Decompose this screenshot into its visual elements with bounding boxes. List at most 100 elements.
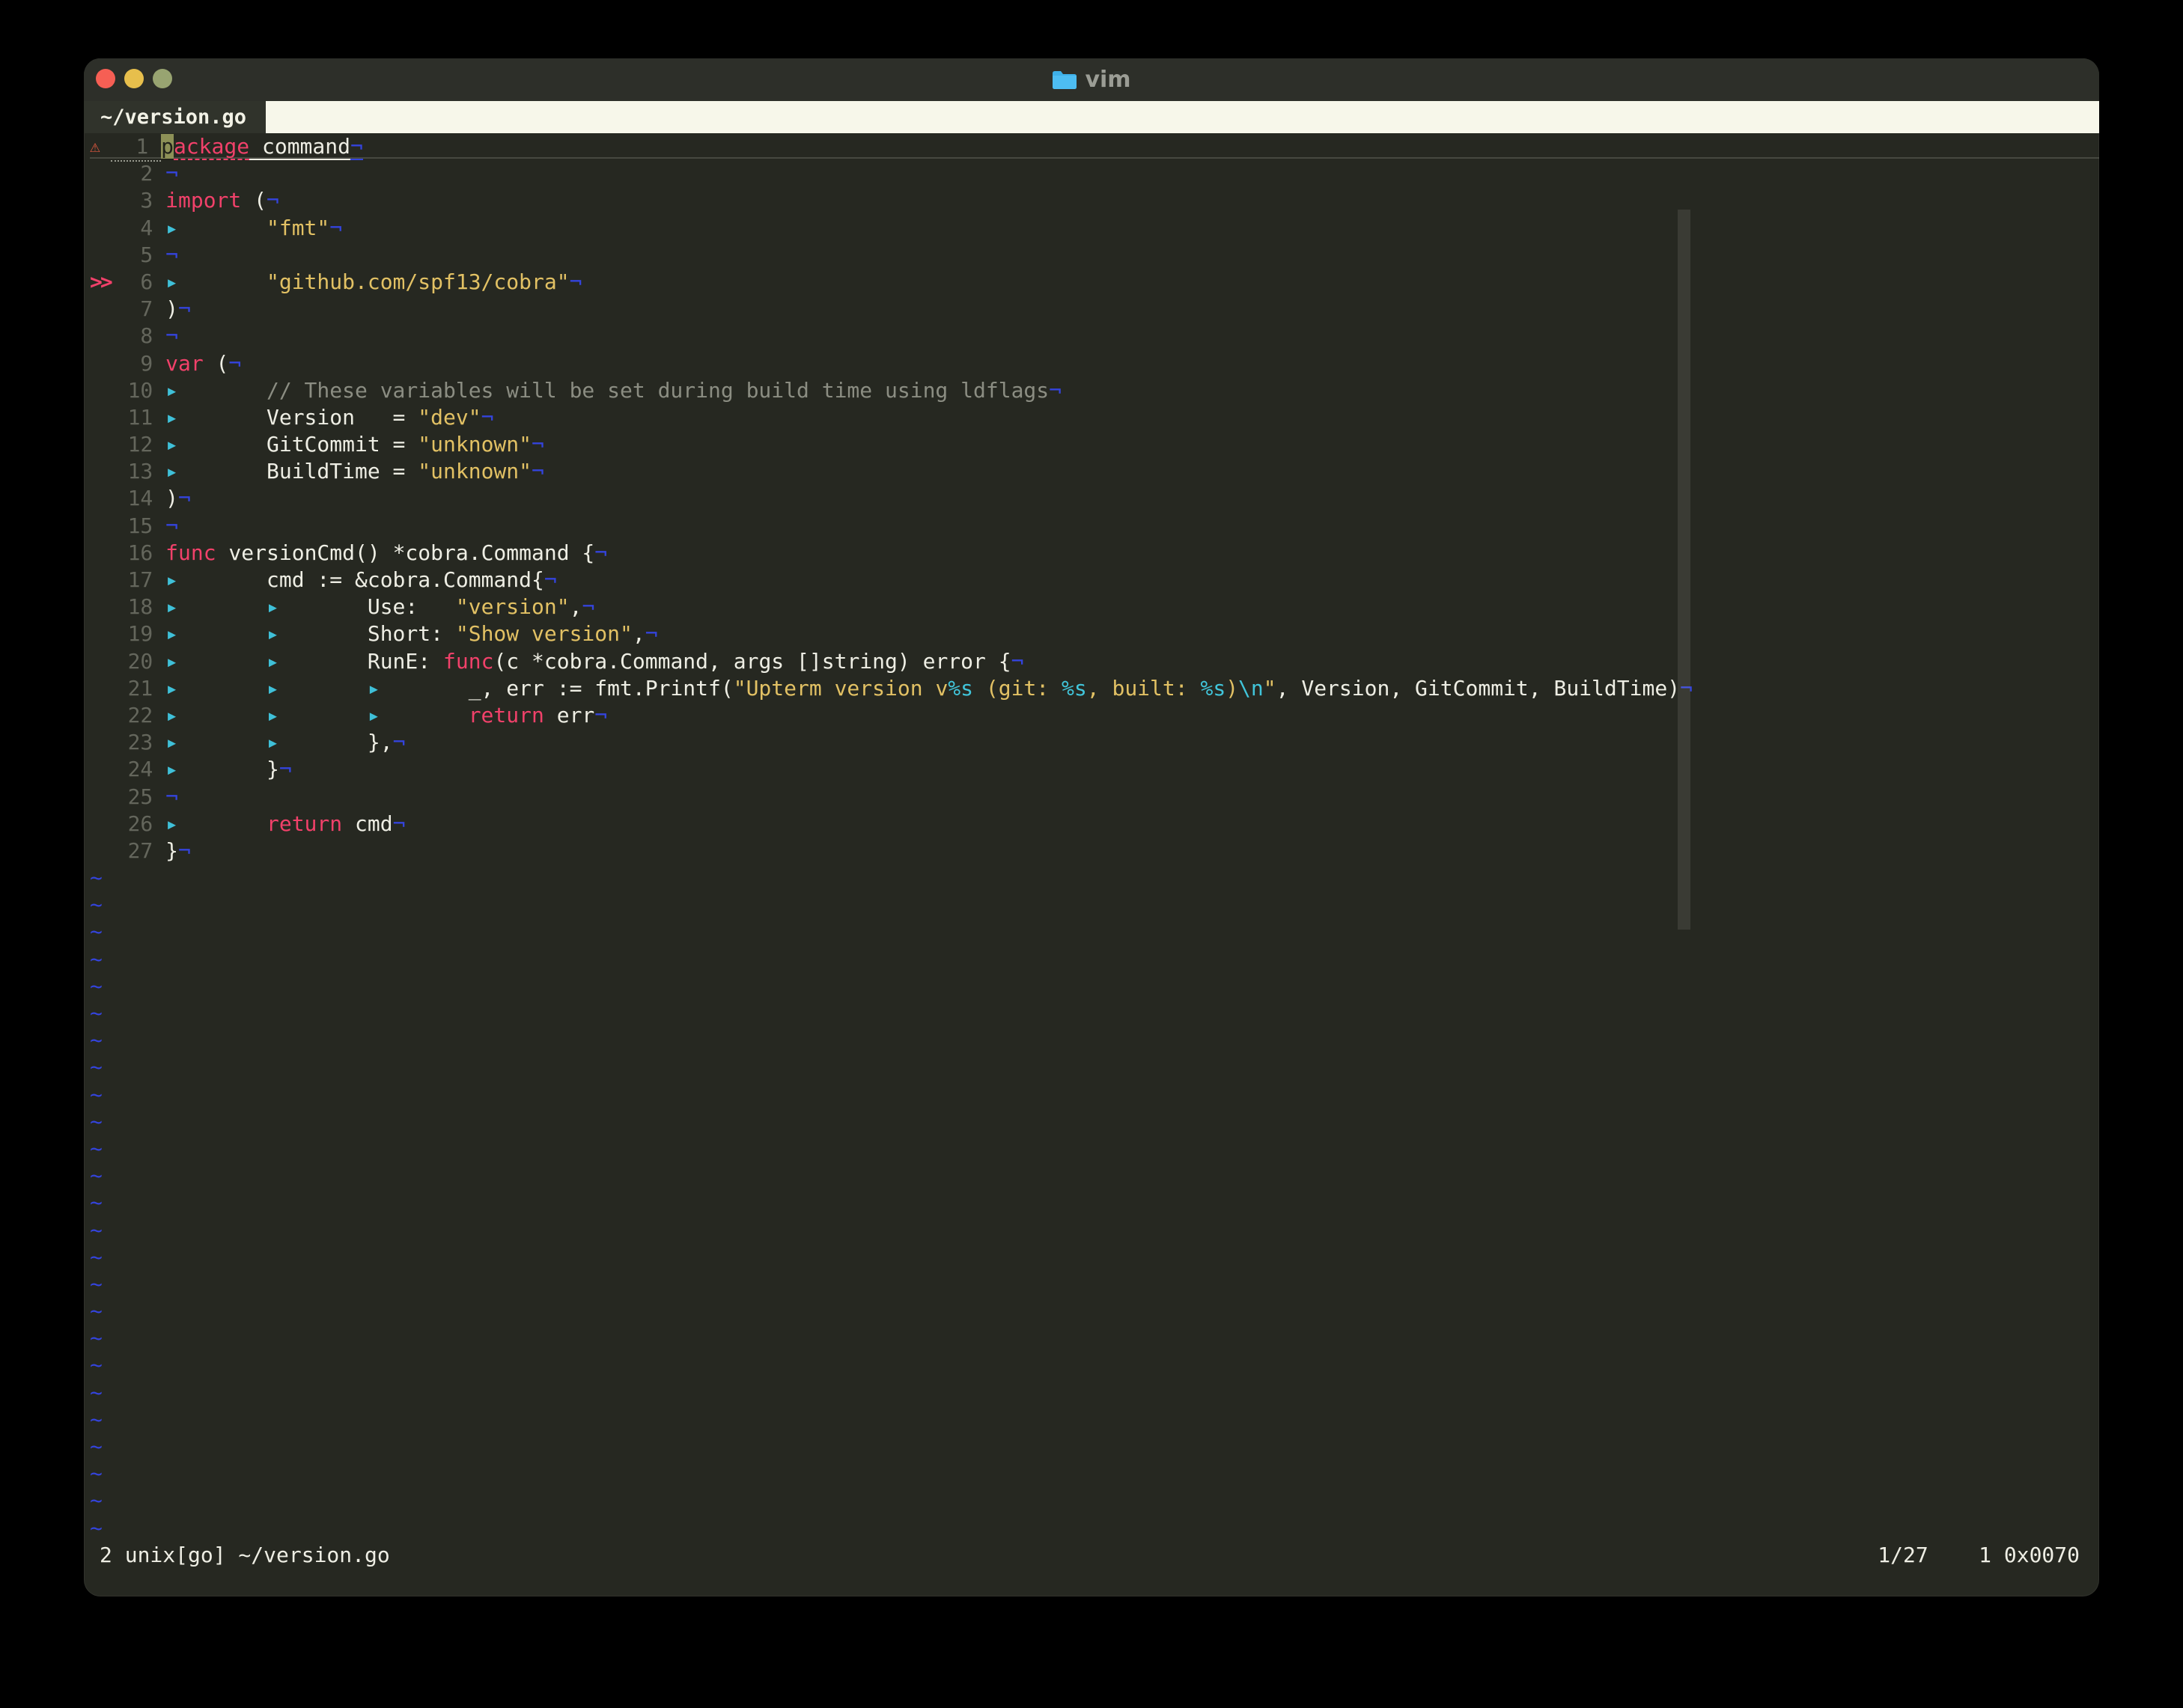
statusline-position-info: 1/27 1 0x0070 xyxy=(1878,1542,2080,1567)
tilde-marker: ~ xyxy=(90,1082,103,1107)
line-text: ▸ // These variables will be set during … xyxy=(165,377,1062,403)
vim-buffer[interactable]: ⚠ 1 package command¬ 2 ¬ 3 import (¬ 4 ▸ "fmt"¬ 5… xyxy=(84,133,2099,1596)
tab-marker-icon: ▸ xyxy=(266,648,368,674)
eol-marker-icon: ¬ xyxy=(165,323,178,349)
line-text: ▸ GitCommit = "unknown"¬ xyxy=(165,432,544,457)
desktop: vim ~/version.go ⚠ 1 package command¬ 2 ¬ 3 im… xyxy=(0,0,2183,1708)
tilde-line: ~ xyxy=(90,891,2099,918)
code-line: 25 ¬ xyxy=(90,784,2099,811)
line-number: 1 xyxy=(110,133,162,162)
code-line: 22 ▸ ▸ ▸ return err¬ xyxy=(90,702,2099,729)
tab-bar: ~/version.go xyxy=(84,101,2099,133)
code-line: 20 ▸ ▸ RunE: func(c *cobra.Command, args … xyxy=(90,648,2099,675)
line-number: 13 xyxy=(127,459,153,484)
tilde-marker: ~ xyxy=(90,1108,103,1134)
tab-marker-icon: ▸ xyxy=(266,594,368,620)
tab-marker-icon: ▸ xyxy=(165,567,267,592)
tab-marker-icon: ▸ xyxy=(165,459,267,484)
tab-marker-icon: ▸ xyxy=(266,730,368,755)
tilde-line: ~ xyxy=(90,1460,2099,1487)
tab-marker-icon: ▸ xyxy=(165,675,267,701)
tilde-marker: ~ xyxy=(90,1352,103,1378)
code-line: 19 ▸ ▸ Short: "Show version",¬ xyxy=(90,620,2099,647)
tilde-marker: ~ xyxy=(90,1135,103,1161)
terminal-window: vim ~/version.go ⚠ 1 package command¬ 2 ¬ 3 im… xyxy=(84,58,2099,1596)
tilde-line: ~ xyxy=(90,1189,2099,1216)
tab-marker-icon: ▸ xyxy=(266,621,368,647)
eol-marker-icon: ¬ xyxy=(569,269,582,294)
eol-marker-icon: ¬ xyxy=(165,784,178,809)
tilde-marker: ~ xyxy=(90,946,103,972)
code-line: 7)¬ xyxy=(90,296,2099,323)
line-text: import (¬ xyxy=(165,188,279,213)
code-line: 5 ¬ xyxy=(90,242,2099,269)
tilde-marker: ~ xyxy=(90,1163,103,1189)
code-line: 14 )¬ xyxy=(90,485,2099,512)
eol-marker-icon: ¬ xyxy=(165,513,178,538)
eol-marker-icon: ¬ xyxy=(165,161,178,186)
line-number: 25 xyxy=(127,784,153,809)
tilde-marker: ~ xyxy=(90,1190,103,1216)
zoom-button[interactable] xyxy=(153,69,172,88)
line-number: 11 xyxy=(127,404,153,430)
tilde-marker: ~ xyxy=(90,1217,103,1242)
tab-marker-icon: ▸ xyxy=(165,621,267,647)
folder-icon xyxy=(1052,70,1077,90)
line-number: 26 xyxy=(127,811,153,836)
tilde-line: ~ xyxy=(90,1000,2099,1027)
code-line: 24 ▸ }¬ xyxy=(90,756,2099,783)
tilde-marker: ~ xyxy=(90,1326,103,1351)
tilde-marker: ~ xyxy=(90,1001,103,1025)
window-titlebar[interactable]: vim xyxy=(84,58,2099,101)
code-line: 2 ¬ xyxy=(90,160,2099,187)
line-number: 8 xyxy=(140,323,153,349)
traffic-lights xyxy=(96,69,172,88)
tab-marker-icon: ▸ xyxy=(165,404,267,430)
tab-version-go[interactable]: ~/version.go xyxy=(84,101,266,133)
line-number: 19 xyxy=(127,621,153,647)
line-text: ▸ ▸ Use: "version",¬ xyxy=(165,594,595,620)
minimize-button[interactable] xyxy=(124,69,144,88)
line-text: ▸ }¬ xyxy=(165,757,292,782)
line-number: 14 xyxy=(127,486,153,511)
tilde-line: ~ xyxy=(90,1244,2099,1271)
tab-marker-icon: ▸ xyxy=(165,269,267,294)
line-text: )¬ xyxy=(165,486,191,511)
block-cursor: p xyxy=(161,134,174,160)
line-text: ¬ xyxy=(165,784,178,809)
line-text: ▸ ▸ RunE: func(c *cobra.Command, args []… xyxy=(165,648,1024,674)
window-title: vim xyxy=(1085,67,1131,93)
eol-marker-icon: ¬ xyxy=(329,215,343,240)
tab-marker-icon: ▸ xyxy=(165,377,267,403)
scrollbar-thumb[interactable] xyxy=(1678,210,1690,930)
tilde-line: ~ xyxy=(90,1325,2099,1352)
line-number: 22 xyxy=(127,702,153,728)
statusline-file-info: 2 unix[go] ~/version.go xyxy=(100,1542,390,1567)
eol-marker-icon: ¬ xyxy=(228,350,242,376)
code-line: 21 ▸ ▸ ▸ _, err := fmt.Printf("Upterm ver… xyxy=(90,675,2099,702)
code-line: >> 6 ▸ "github.com/spf13/cobra"¬ xyxy=(90,269,2099,296)
line-text: ▸ Version = "dev"¬ xyxy=(165,404,494,430)
eol-marker-icon: ¬ xyxy=(532,459,544,484)
eol-marker-icon: ¬ xyxy=(177,838,191,863)
line-number: 20 xyxy=(127,648,153,674)
title-group: vim xyxy=(1052,67,1131,93)
close-button[interactable] xyxy=(96,69,115,88)
line-text: ▸ ▸ ▸ return err¬ xyxy=(165,702,608,728)
tilde-line: ~ xyxy=(90,1433,2099,1460)
line-text: ¬ xyxy=(165,161,178,186)
line-text: ▸ "fmt"¬ xyxy=(165,215,343,240)
tilde-line: ~ xyxy=(90,1515,2099,1542)
tilde-marker: ~ xyxy=(90,919,103,945)
code-line: 4 ▸ "fmt"¬ xyxy=(90,215,2099,242)
eol-marker-icon: ¬ xyxy=(350,134,363,160)
change-marker-icon: >> xyxy=(90,269,113,294)
line-number: 10 xyxy=(127,377,153,403)
tilde-line: ~ xyxy=(90,918,2099,945)
line-number: 18 xyxy=(127,594,153,620)
warning-icon: ⚠ xyxy=(90,137,100,156)
tilde-marker: ~ xyxy=(90,1461,103,1486)
code-line: 3 import (¬ xyxy=(90,187,2099,214)
line-text: var (¬ xyxy=(165,350,242,376)
line-text: func versionCmd() *cobra.Command {¬ xyxy=(165,540,608,565)
